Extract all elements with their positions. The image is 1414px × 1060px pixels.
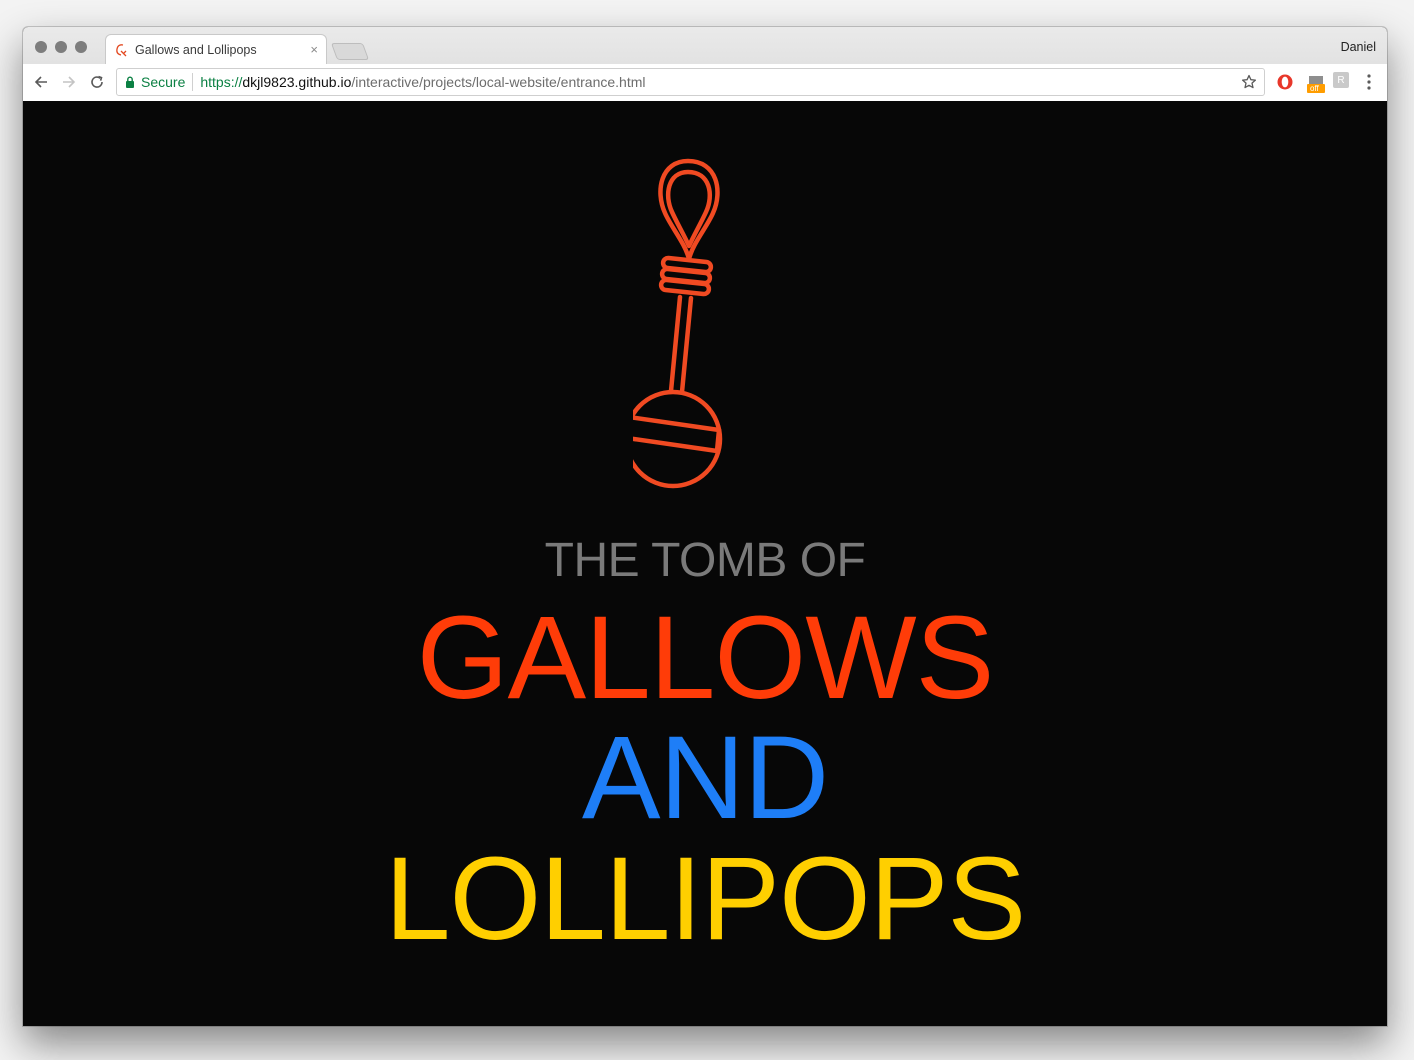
title-and: AND	[581, 712, 829, 844]
profile-name[interactable]: Daniel	[1341, 40, 1376, 54]
new-tab-button[interactable]	[330, 43, 370, 60]
title-gallows: GALLOWS	[416, 592, 995, 724]
title-bar: Gallows and Lollipops × Daniel	[23, 27, 1387, 64]
browser-window: Gallows and Lollipops × Daniel Secure ht…	[23, 27, 1387, 1026]
extension-icon[interactable]: R	[1333, 72, 1349, 88]
opera-icon[interactable]	[1275, 72, 1295, 92]
extension-letter: R	[1337, 74, 1345, 86]
browser-tab[interactable]: Gallows and Lollipops ×	[105, 34, 327, 64]
lock-icon	[125, 76, 135, 88]
minimize-window-button[interactable]	[55, 41, 67, 53]
menu-icon[interactable]	[1361, 72, 1377, 92]
title-lollipops: LOLLIPOPS	[384, 833, 1026, 965]
url-scheme: https://	[200, 74, 243, 90]
page-subtitle: THE TOMB OF	[544, 534, 866, 587]
window-controls	[35, 41, 87, 53]
address-bar[interactable]: Secure https:// dkjl9823.github.io /inte…	[116, 68, 1265, 96]
maximize-window-button[interactable]	[75, 41, 87, 53]
bookmark-star-icon[interactable]	[1241, 74, 1257, 90]
back-icon[interactable]	[29, 70, 53, 94]
off-badge-icon[interactable]: off	[1306, 72, 1326, 94]
browser-toolbar: Secure https:// dkjl9823.github.io /inte…	[23, 64, 1387, 102]
gallows-lollipop-logo	[633, 158, 723, 489]
reload-icon[interactable]	[85, 70, 109, 94]
off-badge-label: off	[1310, 84, 1319, 93]
tab-title: Gallows and Lollipops	[135, 42, 257, 57]
url-path: /interactive/projects/local-website/entr…	[351, 74, 646, 90]
favicon-icon	[114, 43, 128, 57]
forward-icon[interactable]	[57, 70, 81, 94]
tab-close-icon[interactable]: ×	[310, 42, 318, 57]
secure-label: Secure	[141, 74, 186, 90]
url-host: dkjl9823.github.io	[242, 74, 352, 90]
close-window-button[interactable]	[35, 41, 47, 53]
page-content: THE TOMB OF GALLOWS AND LOLLIPOPS	[23, 101, 1387, 1026]
omnibox-divider	[192, 73, 194, 91]
